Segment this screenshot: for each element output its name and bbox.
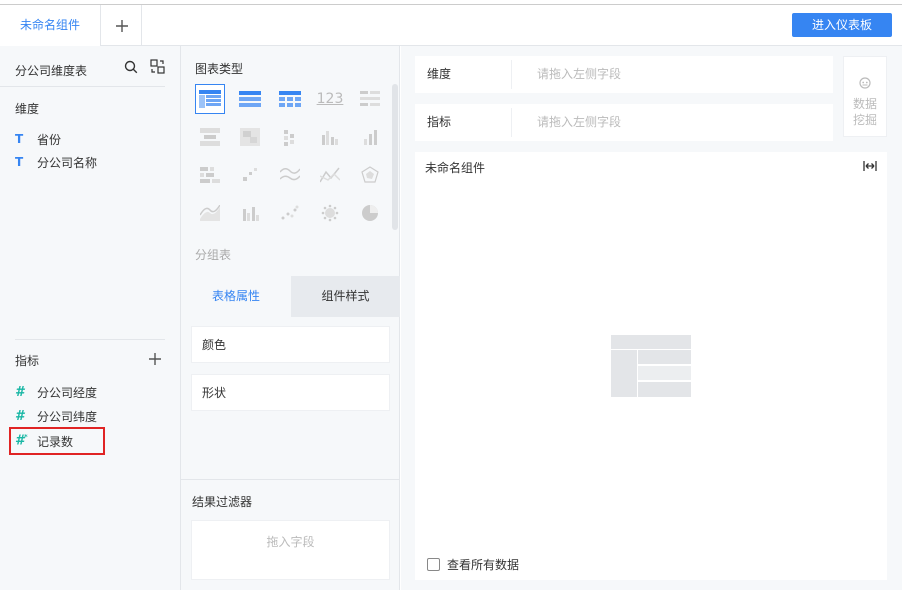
chart-type-title: 图表类型	[195, 62, 244, 76]
chart-scatter-icon[interactable]	[275, 198, 305, 228]
add-tab-button[interactable]	[102, 5, 142, 46]
chart-pie-icon[interactable]	[355, 198, 385, 228]
chart-radar-icon[interactable]	[355, 160, 385, 190]
field-panel: 分公司维度表 维度 T 省份 T 分公司名称 指标 # 分公司经度 # 分公司纬…	[0, 46, 181, 590]
metric-field-latitude[interactable]: # 分公司纬度	[15, 407, 97, 425]
chart-bar-icon[interactable]	[355, 122, 385, 152]
chart-combo-line-icon[interactable]	[315, 160, 345, 190]
metric-section-label: 指标	[15, 354, 40, 368]
highlight-box	[9, 427, 105, 455]
plus-icon	[115, 19, 128, 32]
tab-component-style[interactable]: 组件样式	[291, 276, 400, 317]
metric-drop-label: 指标	[427, 115, 452, 129]
config-panel: 图表类型 123 分组表 表格属性 组件样式 颜色 形状 结果过滤器 拖入字段	[181, 46, 400, 590]
number-type-icon: #	[15, 384, 25, 400]
tab-table-properties[interactable]: 表格属性	[181, 276, 291, 317]
dimension-field-province[interactable]: T 省份	[15, 130, 61, 148]
selected-chart-type-label: 分组表	[195, 248, 232, 262]
dimension-drop-row[interactable]: 维度 请拖入左侧字段	[415, 56, 833, 93]
dimension-section-label: 维度	[15, 102, 40, 116]
enter-dashboard-button[interactable]: 进入仪表板	[792, 13, 892, 37]
component-canvas: 未命名组件 查看所有数据	[415, 152, 887, 580]
text-type-icon: T	[15, 132, 24, 146]
dimension-drop-placeholder: 请拖入左侧字段	[537, 67, 622, 81]
chart-heatmap-icon[interactable]	[235, 122, 265, 152]
search-icon[interactable]	[124, 60, 138, 74]
empty-table-placeholder-icon	[611, 335, 691, 397]
chart-bubble-icon[interactable]	[315, 198, 345, 228]
switch-table-icon[interactable]	[150, 59, 165, 74]
expand-width-icon[interactable]	[863, 160, 877, 172]
view-all-data-label: 查看所有数据	[447, 558, 520, 572]
divider	[181, 479, 400, 480]
property-tabs: 表格属性 组件样式	[181, 276, 400, 317]
data-mining-button[interactable]: 数据 挖掘	[843, 56, 887, 137]
chart-stacked-bar-icon[interactable]	[275, 122, 305, 152]
chart-group-table-icon[interactable]	[195, 84, 225, 114]
chart-cross-table-icon[interactable]	[275, 84, 305, 114]
filter-drop-zone[interactable]: 拖入字段	[191, 520, 390, 580]
canvas-title: 未命名组件	[425, 161, 486, 175]
chart-line-icon[interactable]	[275, 160, 305, 190]
shape-property[interactable]: 形状	[191, 374, 390, 411]
view-all-data-checkbox[interactable]	[427, 558, 440, 571]
chart-column-icon[interactable]	[315, 122, 345, 152]
chart-kpi-number-icon[interactable]: 123	[315, 84, 345, 114]
metric-drop-placeholder: 请拖入左侧字段	[537, 115, 622, 129]
divider	[511, 60, 512, 89]
tab-unnamed-component[interactable]: 未命名组件	[0, 5, 101, 46]
canvas-area: 维度 请拖入左侧字段 指标 请拖入左侧字段 数据 挖掘 未命名组件 查看所有数据	[401, 46, 902, 590]
chart-card-icon[interactable]	[195, 122, 225, 152]
chart-text-list-icon[interactable]	[355, 84, 385, 114]
robot-icon	[859, 77, 871, 89]
chart-step-icon[interactable]	[235, 160, 265, 190]
text-type-icon: T	[15, 155, 24, 169]
result-filter-title: 结果过滤器	[192, 495, 253, 509]
number-type-icon: #	[15, 408, 25, 424]
chart-area-icon[interactable]	[195, 198, 225, 228]
metric-field-longitude[interactable]: # 分公司经度	[15, 383, 97, 401]
divider	[511, 108, 512, 137]
dimension-field-branch-name[interactable]: T 分公司名称	[15, 153, 97, 171]
chart-grouped-bar-icon[interactable]	[195, 160, 225, 190]
color-property[interactable]: 颜色	[191, 326, 390, 363]
divider	[0, 86, 165, 87]
table-name: 分公司维度表	[15, 64, 88, 78]
add-metric-icon[interactable]	[148, 352, 162, 366]
dimension-drop-label: 维度	[427, 67, 452, 81]
top-bar: 未命名组件 进入仪表板	[0, 4, 902, 46]
chart-type-scrollbar[interactable]	[392, 84, 398, 230]
chart-column-group-icon[interactable]	[235, 198, 265, 228]
divider	[15, 339, 165, 340]
metric-drop-row[interactable]: 指标 请拖入左侧字段	[415, 104, 833, 141]
view-all-data-option[interactable]: 查看所有数据	[427, 556, 519, 573]
chart-detail-table-icon[interactable]	[235, 84, 265, 114]
